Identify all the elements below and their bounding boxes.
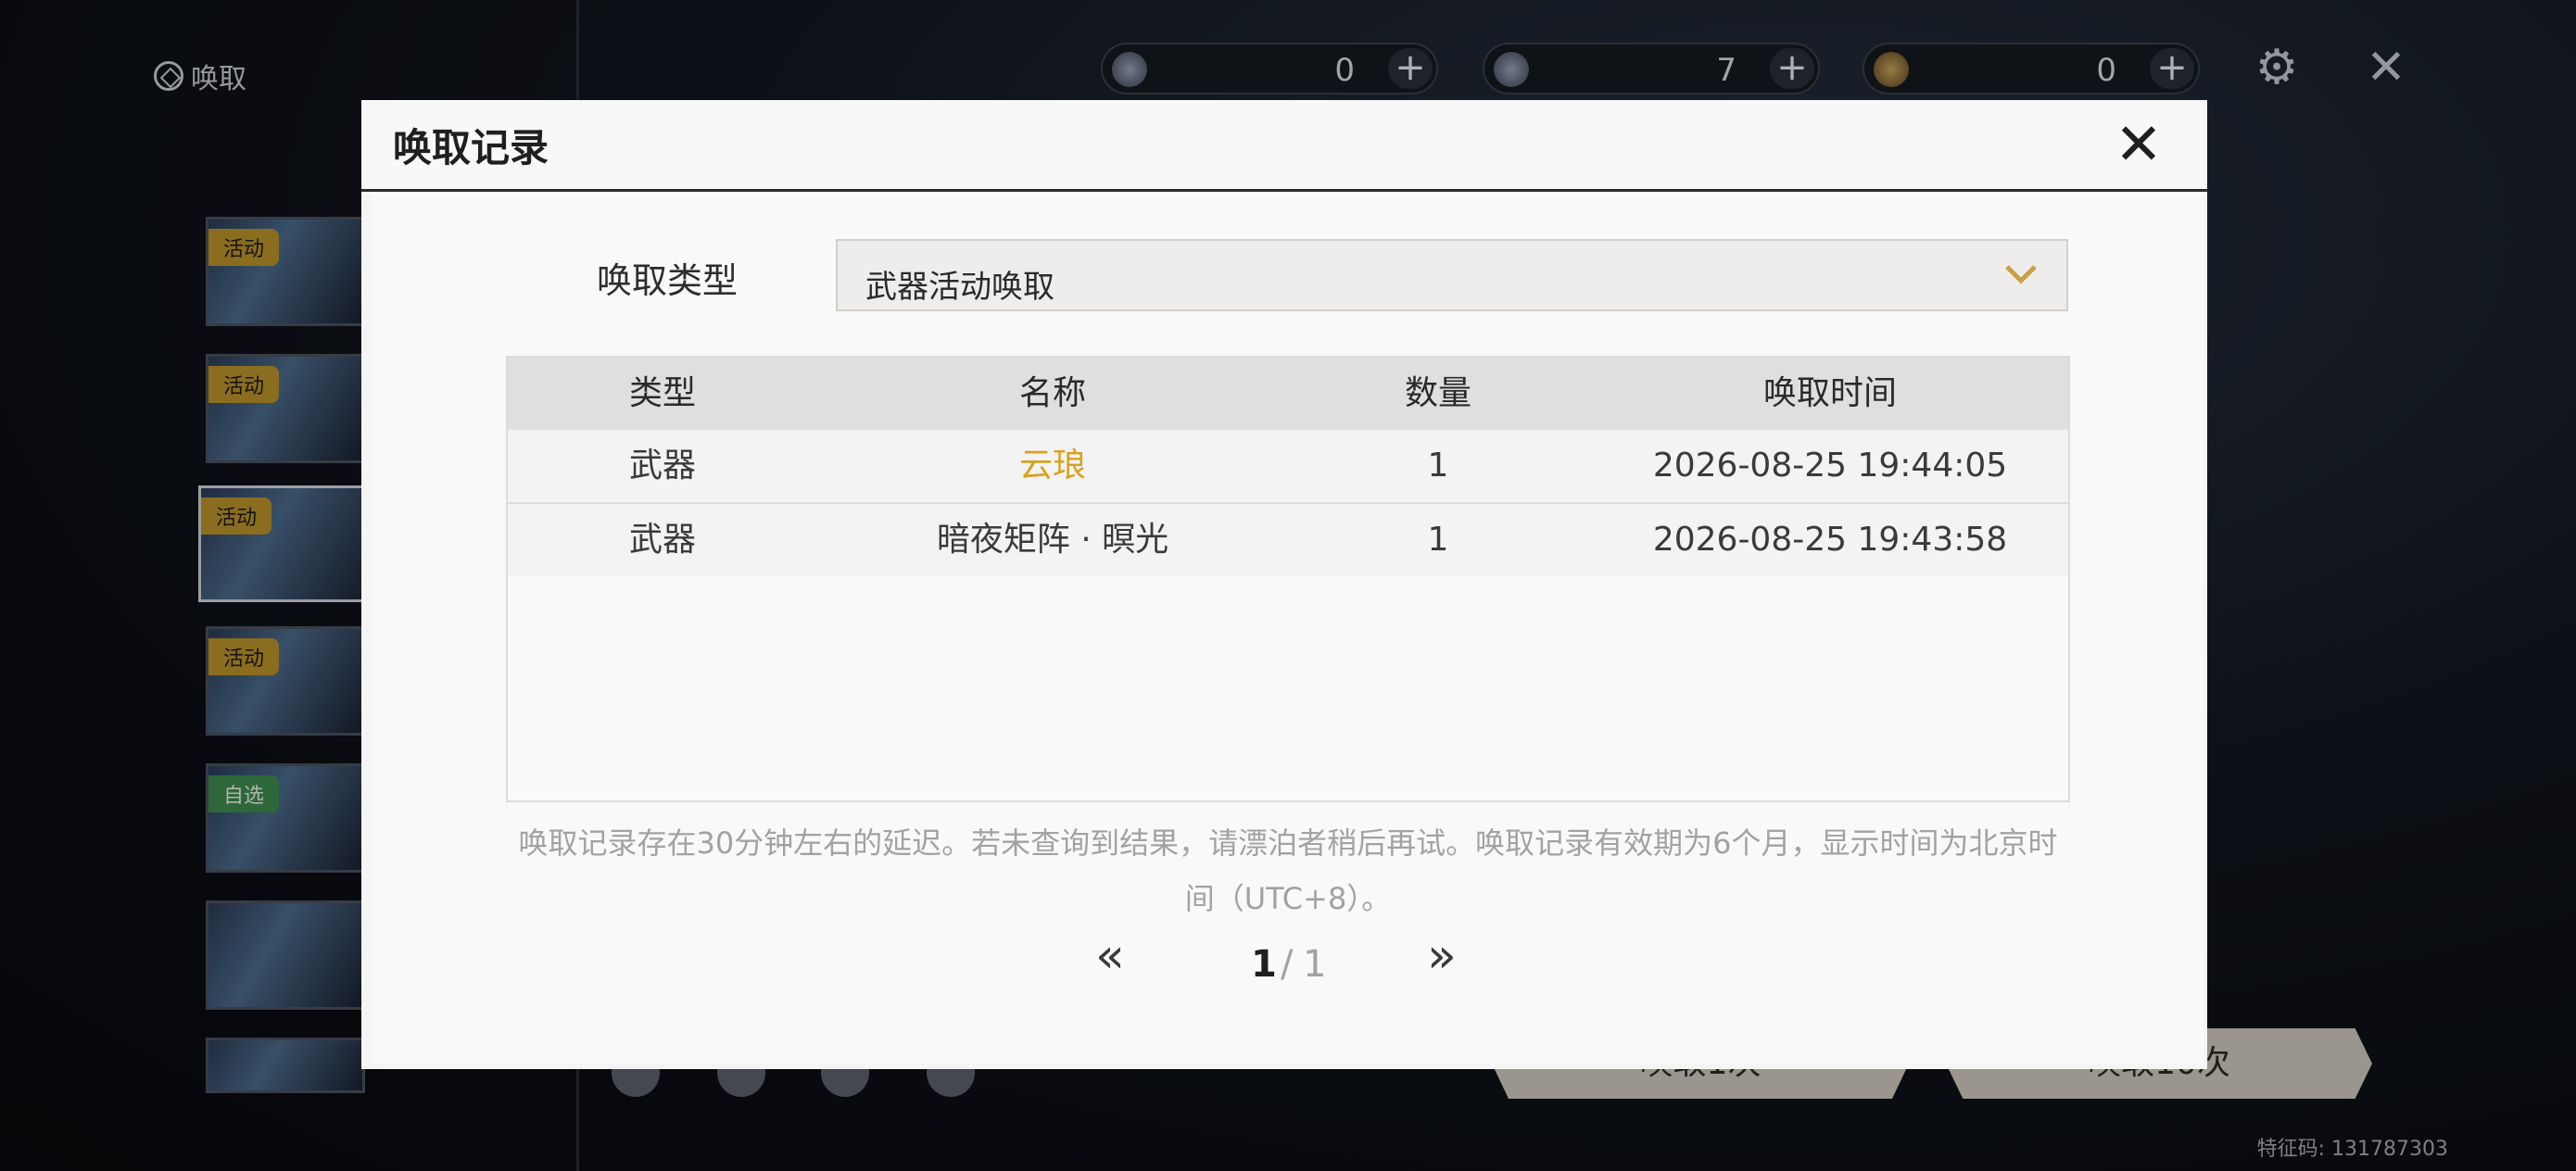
delay-note: 唤取记录存在30分钟左右的延迟。若未查询到结果，请漂泊者稍后再试。唤取记录有效期… — [518, 825, 2058, 916]
previous-page-button[interactable]: « — [1095, 928, 1125, 984]
page-separator: / — [1281, 943, 1294, 986]
convene-history-modal: 唤取记录 ✕ 唤取类型 武器活动唤取 类型 名称 数量 唤取时间 武器 云琅 1… — [361, 100, 2207, 1069]
current-page: 1 — [1251, 943, 1277, 986]
cell-time: 2026-08-25 19:44:05 — [1652, 447, 2008, 485]
column-header: 数量 — [1404, 374, 1472, 412]
cell-type: 武器 — [628, 447, 697, 485]
modal-title: 唤取记录 — [393, 125, 549, 170]
cell-count: 1 — [1427, 521, 1449, 559]
chevron-down-icon — [2005, 265, 2037, 284]
column-header: 类型 — [628, 374, 697, 412]
type-label: 唤取类型 — [597, 260, 739, 301]
cell-type: 武器 — [628, 521, 697, 559]
next-page-button[interactable]: » — [1427, 928, 1457, 984]
table-row: 武器 云琅 1 2026-08-25 19:44:05 — [508, 430, 2068, 504]
convene-type-select[interactable]: 武器活动唤取 — [836, 239, 2068, 311]
cell-name: 暗夜矩阵 · 暝光 — [936, 521, 1169, 559]
total-pages: 1 — [1303, 943, 1327, 986]
column-header: 唤取时间 — [1762, 374, 1898, 412]
cell-time: 2026-08-25 19:43:58 — [1652, 521, 2008, 559]
cell-name: 云琅 — [1018, 447, 1087, 485]
table-row: 武器 暗夜矩阵 · 暝光 1 2026-08-25 19:43:58 — [508, 504, 2068, 576]
close-icon[interactable]: ✕ — [2109, 115, 2168, 174]
modal-header: 唤取记录 ✕ — [361, 100, 2207, 192]
history-table: 类型 名称 数量 唤取时间 武器 云琅 1 2026-08-25 19:44:0… — [506, 356, 2070, 802]
cell-count: 1 — [1427, 447, 1449, 485]
table-header: 类型 名称 数量 唤取时间 — [508, 358, 2068, 430]
selected-type: 武器活动唤取 — [865, 269, 1054, 306]
column-header: 名称 — [1018, 374, 1087, 412]
